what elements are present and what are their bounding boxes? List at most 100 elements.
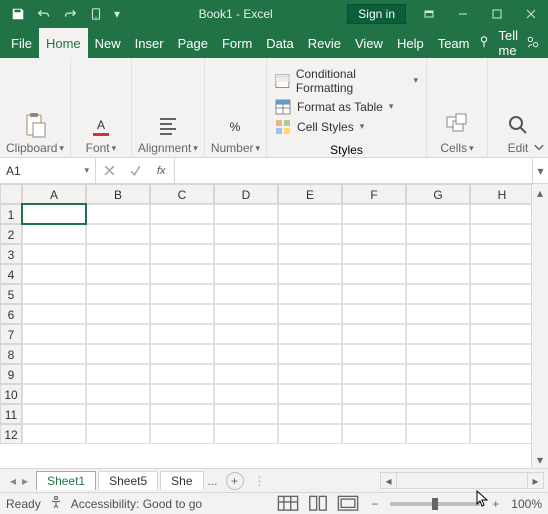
close-button[interactable]	[514, 0, 548, 28]
cell[interactable]	[470, 364, 534, 384]
maximize-button[interactable]	[480, 0, 514, 28]
cell[interactable]	[342, 384, 406, 404]
zoom-slider[interactable]	[390, 502, 480, 506]
cell[interactable]	[406, 324, 470, 344]
cell[interactable]	[214, 224, 278, 244]
alignment-button[interactable]	[144, 111, 192, 139]
vertical-scrollbar[interactable]: ▴ ▾	[531, 184, 548, 468]
scroll-down-button[interactable]: ▾	[532, 451, 548, 468]
chevron-down-icon[interactable]: ▾	[469, 143, 474, 154]
chevron-down-icon[interactable]: ▾	[193, 143, 198, 154]
conditional-formatting-button[interactable]: Conditional Formatting ▾	[275, 67, 418, 95]
cell[interactable]	[22, 204, 86, 224]
cell[interactable]	[150, 244, 214, 264]
cell[interactable]	[214, 404, 278, 424]
cell[interactable]	[278, 344, 342, 364]
collapse-ribbon-button[interactable]	[532, 141, 546, 155]
zoom-out-button[interactable]: −	[367, 497, 382, 511]
cell[interactable]	[406, 384, 470, 404]
cell[interactable]	[86, 404, 150, 424]
sheet-nav-next-icon[interactable]: ▸	[22, 474, 28, 488]
minimize-button[interactable]	[446, 0, 480, 28]
cell-grid[interactable]: ABCDEFGH123456789101112	[0, 184, 534, 468]
cell[interactable]	[86, 424, 150, 444]
tellme-icon[interactable]	[477, 35, 491, 52]
cell[interactable]	[278, 424, 342, 444]
cell[interactable]	[86, 324, 150, 344]
cell[interactable]	[406, 284, 470, 304]
cell[interactable]	[342, 364, 406, 384]
cell[interactable]	[406, 224, 470, 244]
cell[interactable]	[470, 284, 534, 304]
row-header[interactable]: 9	[0, 364, 22, 384]
cell[interactable]	[470, 224, 534, 244]
cell[interactable]	[278, 364, 342, 384]
number-button[interactable]: %	[211, 111, 259, 139]
cell[interactable]	[86, 284, 150, 304]
row-header[interactable]: 11	[0, 404, 22, 424]
cell-styles-button[interactable]: Cell Styles ▾	[275, 119, 418, 135]
sheet-tab[interactable]: She	[160, 471, 203, 490]
column-header[interactable]: E	[278, 184, 342, 204]
cell[interactable]	[150, 364, 214, 384]
cell[interactable]	[342, 264, 406, 284]
cell[interactable]	[470, 344, 534, 364]
cell[interactable]	[342, 344, 406, 364]
cell[interactable]	[22, 344, 86, 364]
cell[interactable]	[406, 264, 470, 284]
page-break-view-button[interactable]	[337, 496, 359, 512]
tab-review[interactable]: Revie	[301, 28, 348, 58]
cell[interactable]	[406, 404, 470, 424]
redo-button[interactable]	[58, 2, 82, 26]
cell[interactable]	[150, 384, 214, 404]
tab-data[interactable]: Data	[259, 28, 300, 58]
cell[interactable]	[470, 404, 534, 424]
cell[interactable]	[342, 404, 406, 424]
cell[interactable]	[470, 304, 534, 324]
cell[interactable]	[150, 344, 214, 364]
expand-formula-bar-button[interactable]: ▾	[532, 158, 548, 183]
cell[interactable]	[214, 424, 278, 444]
column-header[interactable]: F	[342, 184, 406, 204]
accessibility-icon[interactable]	[49, 495, 63, 512]
zoom-level[interactable]: 100%	[511, 497, 542, 511]
cell[interactable]	[86, 304, 150, 324]
cell[interactable]	[22, 384, 86, 404]
accessibility-label[interactable]: Accessibility: Good to go	[71, 497, 202, 511]
cell[interactable]	[22, 404, 86, 424]
chevron-down-icon[interactable]: ▾	[256, 143, 261, 154]
tab-file[interactable]: File	[4, 28, 39, 58]
cell[interactable]	[406, 364, 470, 384]
cell[interactable]	[278, 224, 342, 244]
column-header[interactable]: D	[214, 184, 278, 204]
cell[interactable]	[406, 204, 470, 224]
cell[interactable]	[278, 204, 342, 224]
cell[interactable]	[278, 384, 342, 404]
cell[interactable]	[150, 324, 214, 344]
cell[interactable]	[214, 244, 278, 264]
formula-input[interactable]	[175, 158, 532, 183]
sheet-tab[interactable]: Sheet1	[36, 471, 96, 490]
cell[interactable]	[278, 324, 342, 344]
cell[interactable]	[214, 284, 278, 304]
tab-view[interactable]: View	[348, 28, 390, 58]
vertical-scroll-track[interactable]	[532, 201, 548, 451]
cell[interactable]	[214, 384, 278, 404]
cell[interactable]	[470, 264, 534, 284]
cell[interactable]	[86, 344, 150, 364]
row-header[interactable]: 3	[0, 244, 22, 264]
cell[interactable]	[214, 364, 278, 384]
edit-button[interactable]	[494, 111, 542, 139]
cell[interactable]	[342, 244, 406, 264]
cell[interactable]	[470, 424, 534, 444]
cell[interactable]	[150, 304, 214, 324]
save-button[interactable]	[6, 2, 30, 26]
cell[interactable]	[406, 244, 470, 264]
column-header[interactable]: H	[470, 184, 534, 204]
row-header[interactable]: 10	[0, 384, 22, 404]
cell[interactable]	[22, 224, 86, 244]
cell[interactable]	[150, 424, 214, 444]
select-all-corner[interactable]	[0, 184, 22, 204]
cell[interactable]	[22, 364, 86, 384]
tab-formulas[interactable]: Form	[215, 28, 259, 58]
